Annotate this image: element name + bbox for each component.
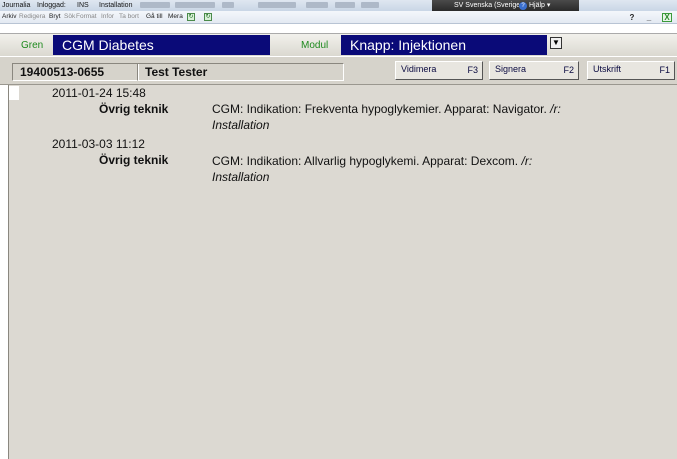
blurred-toolbar-item xyxy=(175,2,215,8)
title-logged-in-label: Inloggad: xyxy=(37,2,66,9)
chevron-down-icon: ▾ xyxy=(546,2,551,9)
menu-arkiv[interactable]: Arkiv xyxy=(2,11,16,23)
blurred-toolbar-item xyxy=(306,2,328,8)
entry-category: Övrig teknik xyxy=(99,153,169,167)
journal-content[interactable]: 2011-01-24 15:48 Övrig teknik CGM: Indik… xyxy=(8,85,677,459)
entry-note: Installation xyxy=(212,170,270,184)
title-unit: Installation xyxy=(99,2,133,9)
gren-field[interactable]: CGM Diabetes xyxy=(53,35,270,55)
modul-select[interactable]: Knapp: Injektionen xyxy=(341,35,547,55)
menu-sok[interactable]: Sök xyxy=(64,11,75,23)
signera-key: F2 xyxy=(563,65,574,75)
blurred-toolbar-item xyxy=(258,2,296,8)
entry-suffix: /r: xyxy=(521,154,533,168)
refresh-icon[interactable]: ↻ xyxy=(187,13,195,21)
menu-ta-bort[interactable]: Ta bort xyxy=(119,11,139,23)
entry-body: CGM: Indikation: Allvarlig hypoglykemi. … xyxy=(212,154,519,168)
help-icon: ? xyxy=(519,2,527,10)
entry-body: CGM: Indikation: Frekventa hypoglykemier… xyxy=(212,102,547,116)
chevron-down-icon[interactable]: ▼ xyxy=(550,37,562,49)
vidimera-key: F3 xyxy=(467,65,478,75)
blurred-toolbar-item xyxy=(335,2,355,8)
help-button[interactable]: ? xyxy=(627,13,637,22)
blurred-toolbar-item xyxy=(361,2,379,8)
close-button[interactable]: X xyxy=(662,13,672,22)
gren-label: Gren xyxy=(21,40,44,51)
help-menu[interactable]: ? Hjälp ▾ xyxy=(519,0,579,11)
menu-bryt[interactable]: Bryt xyxy=(49,11,61,23)
text-cursor-marker xyxy=(9,86,19,100)
entry-datetime: 2011-01-24 15:48 xyxy=(52,86,146,100)
patient-id: 19400513-0655 xyxy=(12,63,139,81)
menu-infor[interactable]: Infor xyxy=(101,11,114,23)
navigate-icon[interactable]: ↻ xyxy=(204,13,212,21)
vidimera-button[interactable]: Vidimera F3 xyxy=(395,61,483,80)
menu-redigera[interactable]: Redigera xyxy=(19,11,45,23)
entry-text: CGM: Indikation: Frekventa hypoglykemier… xyxy=(212,101,642,133)
menu-ga-till[interactable]: Gå till xyxy=(146,11,163,23)
entry-note: Installation xyxy=(212,118,270,132)
signera-label: Signera xyxy=(495,64,527,74)
utskrift-button[interactable]: Utskrift F1 xyxy=(587,61,675,80)
vidimera-label: Vidimera xyxy=(401,64,437,74)
title-app: Journalia xyxy=(2,2,31,9)
help-label: Hjälp xyxy=(529,2,545,9)
minimize-button[interactable]: _ xyxy=(644,13,654,22)
left-margin xyxy=(0,85,8,459)
blurred-toolbar-item xyxy=(222,2,234,8)
menu-mera[interactable]: Mera xyxy=(168,11,183,23)
patient-name: Test Tester xyxy=(137,63,344,81)
entry-text: CGM: Indikation: Allvarlig hypoglykemi. … xyxy=(212,153,642,185)
signera-button[interactable]: Signera F2 xyxy=(489,61,579,80)
utskrift-key: F1 xyxy=(659,65,670,75)
branch-module-bar: Gren CGM Diabetes Modul Knapp: Injektion… xyxy=(0,33,677,57)
entry-category: Övrig teknik xyxy=(99,102,169,116)
menu-bar: Arkiv Redigera Bryt Sök Format Infor Ta … xyxy=(0,11,677,24)
utskrift-label: Utskrift xyxy=(593,64,621,74)
menu-format[interactable]: Format xyxy=(76,11,97,23)
modul-label: Modul xyxy=(301,40,329,51)
entry-datetime: 2011-03-03 11:12 xyxy=(52,137,145,151)
entry-suffix: /r: xyxy=(550,102,561,116)
title-user: INS xyxy=(77,2,89,9)
patient-bar: 19400513-0655 Test Tester Vidimera F3 Si… xyxy=(0,56,677,85)
blurred-toolbar-item xyxy=(140,2,170,8)
